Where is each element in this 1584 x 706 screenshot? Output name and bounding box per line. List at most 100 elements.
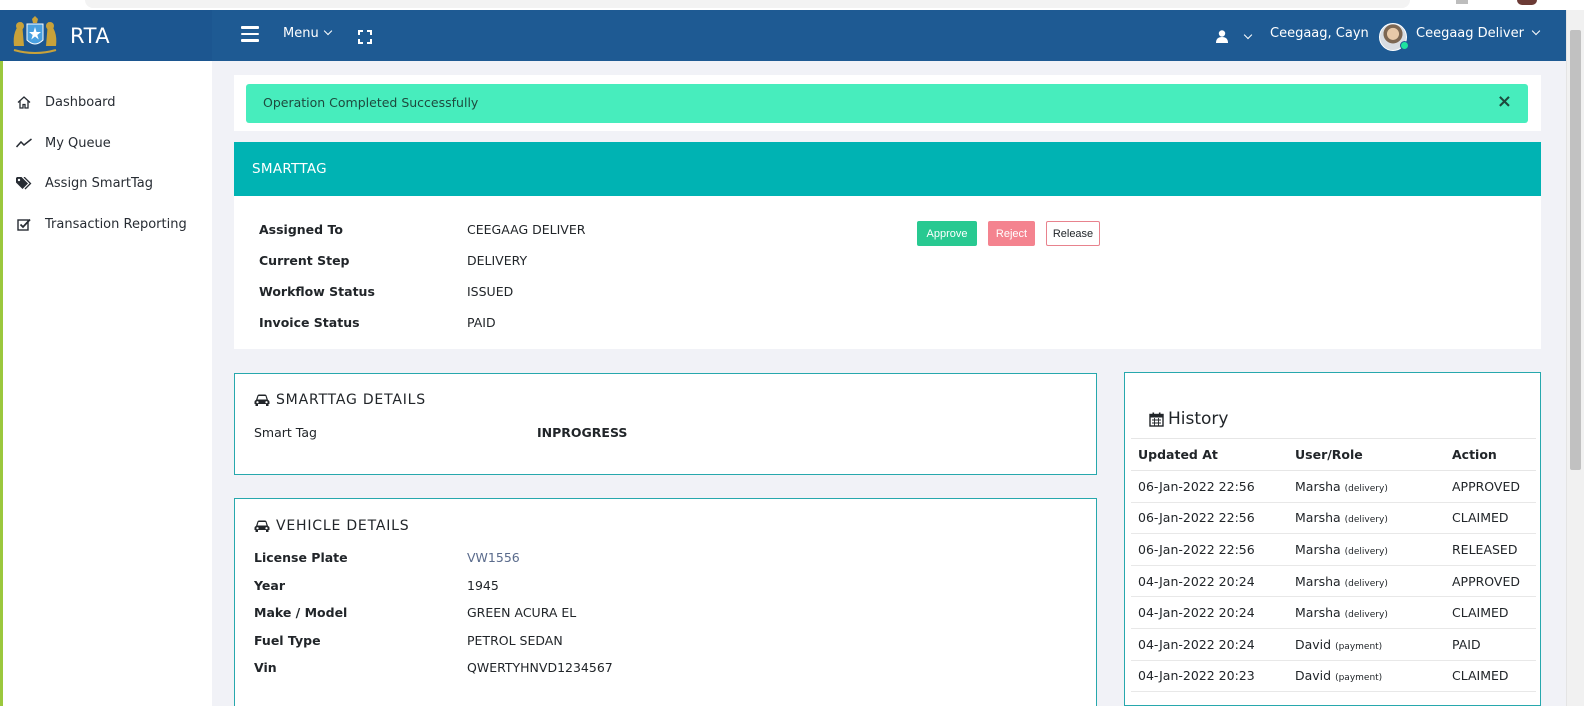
cell-user: David (payment) bbox=[1288, 660, 1445, 693]
role-text: (payment) bbox=[1335, 641, 1383, 652]
role-text: (delivery) bbox=[1344, 515, 1388, 526]
table-header-row: Updated At User/Role Action bbox=[1131, 438, 1536, 471]
make-model-label: Make / Model bbox=[254, 605, 348, 620]
user-text: David bbox=[1295, 668, 1332, 684]
user-dropdown[interactable] bbox=[1216, 26, 1253, 45]
success-alert: Operation Completed Successfully × bbox=[246, 84, 1528, 123]
user-text: Marsha bbox=[1295, 541, 1341, 557]
coat-of-arms-logo-icon bbox=[13, 16, 57, 54]
vin-value: QWERTYHNVD1234567 bbox=[467, 660, 613, 675]
car-icon bbox=[254, 394, 270, 406]
role-text: (delivery) bbox=[1344, 546, 1388, 557]
cell-action: CLAIMED bbox=[1445, 596, 1536, 629]
vehicle-details-title: VEHICLE DETAILS bbox=[254, 518, 409, 534]
cell-date: 04-Jan-2022 20:24 bbox=[1131, 596, 1288, 629]
cell-user: David (payment) bbox=[1288, 628, 1445, 661]
profile-dropdown[interactable]: Ceegaag Deliver bbox=[1416, 26, 1541, 41]
alert-container: Operation Completed Successfully × bbox=[234, 75, 1541, 131]
smart-tag-label: Smart Tag bbox=[254, 425, 317, 440]
sidebar-item-my-queue[interactable]: My Queue bbox=[15, 131, 111, 155]
section-title-text: SMARTTAG DETAILS bbox=[276, 392, 426, 408]
brand-area[interactable]: RTA bbox=[0, 10, 212, 61]
cell-user: Marsha (delivery) bbox=[1288, 533, 1445, 566]
cell-action: RELEASED bbox=[1445, 533, 1536, 566]
cell-action: PAID bbox=[1445, 628, 1536, 661]
menu-label: Menu bbox=[283, 26, 319, 41]
cell-action: APPROVED bbox=[1445, 470, 1536, 503]
role-text: (delivery) bbox=[1344, 483, 1388, 494]
smarttag-header: SMARTTAG bbox=[234, 142, 1541, 196]
smart-tag-value: INPROGRESS bbox=[537, 425, 628, 440]
license-plate-label: License Plate bbox=[254, 550, 348, 565]
license-plate-link[interactable]: VW1556 bbox=[467, 550, 520, 565]
sidebar-item-assign-smarttag[interactable]: Assign SmartTag bbox=[15, 171, 153, 195]
role-text: (delivery) bbox=[1344, 578, 1388, 589]
column-header-user-role: User/Role bbox=[1288, 438, 1445, 471]
sidebar-item-label: Transaction Reporting bbox=[45, 216, 187, 232]
cell-date: 06-Jan-2022 22:56 bbox=[1131, 502, 1288, 535]
top-navbar: RTA Menu Ceegaag, Cayn Ceegaag Deliver bbox=[0, 10, 1566, 61]
cell-date: 06-Jan-2022 22:56 bbox=[1131, 470, 1288, 503]
workflow-status-value: ISSUED bbox=[467, 284, 514, 299]
table-row: 04-Jan-2022 20:24 Marsha (delivery) APPR… bbox=[1131, 565, 1536, 598]
vin-label: Vin bbox=[254, 660, 277, 675]
cell-date: 04-Jan-2022 20:23 bbox=[1131, 660, 1288, 693]
table-row: 04-Jan-2022 20:23 David (payment) CLAIME… bbox=[1131, 660, 1536, 693]
user-text: Marsha bbox=[1295, 573, 1341, 589]
workflow-status-label: Workflow Status bbox=[259, 284, 375, 299]
sidebar-item-label: Assign SmartTag bbox=[45, 175, 154, 191]
sidebar-item-dashboard[interactable]: Dashboard bbox=[15, 90, 116, 114]
chevron-down-icon bbox=[323, 26, 332, 36]
browser-address-bar[interactable] bbox=[85, 0, 1410, 8]
cell-user: Marsha (delivery) bbox=[1288, 470, 1445, 503]
close-icon[interactable]: × bbox=[1497, 91, 1512, 112]
user-icon bbox=[1216, 30, 1228, 43]
release-button[interactable]: Release bbox=[1046, 221, 1100, 246]
online-status-icon bbox=[1400, 41, 1409, 50]
user-text: David bbox=[1295, 636, 1332, 652]
cell-user: Marsha (delivery) bbox=[1288, 565, 1445, 598]
user-text: Marsha bbox=[1295, 605, 1341, 621]
vehicle-details-card: VEHICLE DETAILS License Plate VW1556 Yea… bbox=[234, 498, 1097, 706]
cell-action: CLAIMED bbox=[1445, 660, 1536, 693]
calendar-icon bbox=[1149, 412, 1164, 427]
cell-action: CLAIMED bbox=[1445, 502, 1536, 535]
role-text: (delivery) bbox=[1344, 610, 1388, 621]
menu-dropdown[interactable]: Menu bbox=[283, 26, 332, 41]
app-title: RTA bbox=[70, 24, 111, 48]
hamburger-menu-icon[interactable] bbox=[241, 26, 259, 42]
scrollbar-thumb[interactable] bbox=[1570, 30, 1581, 470]
history-card: History Updated At User/Role Action 06-J… bbox=[1124, 372, 1541, 706]
tags-icon bbox=[15, 175, 33, 191]
cell-user: Marsha (delivery) bbox=[1288, 502, 1445, 535]
history-table: Updated At User/Role Action 06-Jan-2022 … bbox=[1131, 438, 1536, 693]
current-step-value: DELIVERY bbox=[467, 253, 528, 268]
invoice-status-label: Invoice Status bbox=[259, 315, 360, 330]
column-header-action: Action bbox=[1445, 438, 1536, 471]
browser-extension-icon[interactable] bbox=[1456, 0, 1468, 4]
approve-button[interactable]: Approve bbox=[917, 221, 977, 246]
profile-label: Ceegaag Deliver bbox=[1416, 26, 1524, 41]
page-scrollbar[interactable] bbox=[1566, 10, 1584, 706]
history-title: History bbox=[1149, 409, 1228, 429]
car-icon bbox=[254, 520, 270, 532]
browser-profile-icon[interactable] bbox=[1517, 0, 1537, 5]
history-title-text: History bbox=[1168, 409, 1229, 429]
table-row: 04-Jan-2022 20:24 Marsha (delivery) CLAI… bbox=[1131, 596, 1536, 629]
role-text: (payment) bbox=[1335, 673, 1383, 684]
table-row: 06-Jan-2022 22:56 Marsha (delivery) RELE… bbox=[1131, 533, 1536, 566]
home-icon bbox=[15, 94, 33, 110]
cell-user: Marsha (delivery) bbox=[1288, 596, 1445, 629]
sidebar-item-transaction-reporting[interactable]: Transaction Reporting bbox=[15, 212, 187, 236]
user-text: Marsha bbox=[1295, 478, 1341, 494]
cell-action: APPROVED bbox=[1445, 565, 1536, 598]
section-title-text: VEHICLE DETAILS bbox=[276, 518, 410, 534]
alert-message: Operation Completed Successfully bbox=[263, 95, 479, 110]
sidebar-item-label: My Queue bbox=[45, 135, 111, 151]
fullscreen-icon[interactable] bbox=[358, 30, 372, 44]
reject-button[interactable]: Reject bbox=[988, 221, 1035, 246]
user-text: Marsha bbox=[1295, 510, 1341, 526]
fuel-type-label: Fuel Type bbox=[254, 633, 321, 648]
user-name: Ceegaag, Cayn bbox=[1270, 26, 1369, 41]
check-square-icon bbox=[15, 216, 33, 232]
